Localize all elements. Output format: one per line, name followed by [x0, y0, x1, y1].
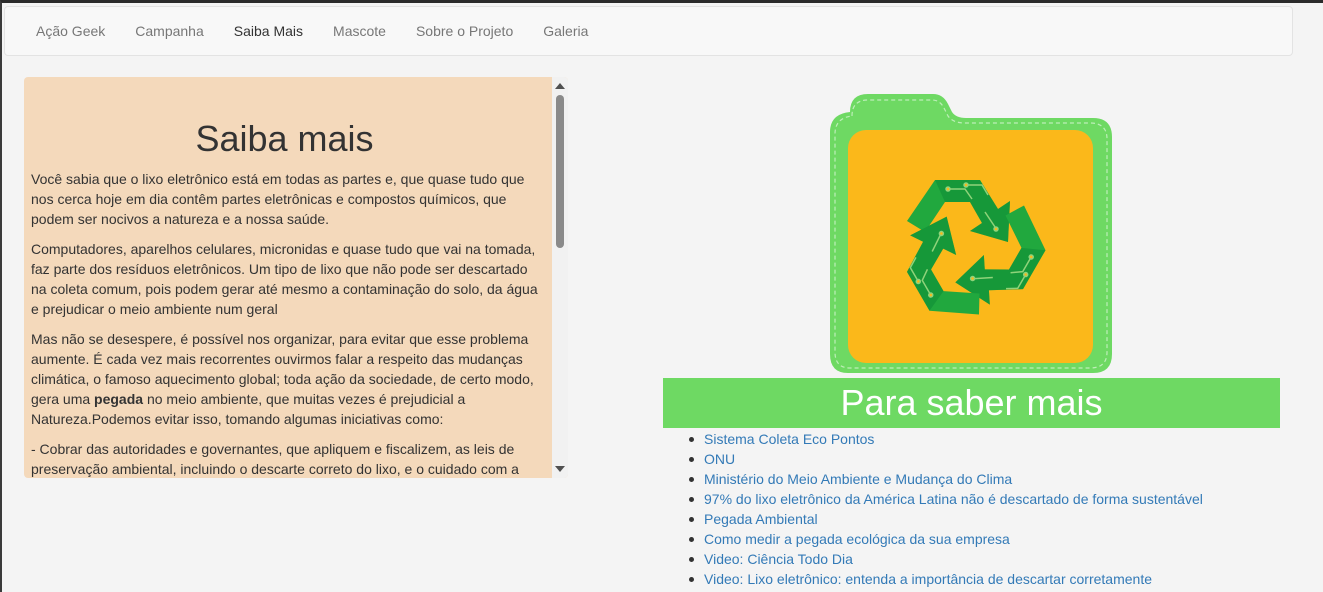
nav-item-campanha[interactable]: Campanha [120, 7, 219, 55]
article-scrollbar[interactable] [552, 77, 568, 478]
link-medir-pegada-ecologica[interactable]: Como medir a pegada ecológica da sua emp… [689, 529, 1203, 549]
nav-item-sobre-o-projeto[interactable]: Sobre o Projeto [401, 7, 528, 55]
article-title: Saiba mais [195, 118, 374, 159]
link-ministerio-meio-ambiente[interactable]: Ministério do Meio Ambiente e Mudança do… [689, 469, 1203, 489]
scroll-up-arrow-icon[interactable] [555, 83, 565, 89]
article-bold-term: pegada [94, 391, 144, 407]
nav-item-acao-geek[interactable]: Ação Geek [21, 7, 120, 55]
reference-links-list: Sistema Coleta Eco Pontos ONU Ministério… [689, 429, 1203, 589]
para-saber-mais-banner: Para saber mais [663, 378, 1280, 428]
article-scroll-area[interactable]: Saiba mais Você sabia que o lixo eletrôn… [24, 77, 552, 478]
article-paragraph: Mas não se desespere, é possível nos org… [31, 329, 538, 429]
nav-item-galeria[interactable]: Galeria [528, 7, 603, 55]
article-paragraph: - Cobrar das autoridades e governantes, … [31, 441, 519, 477]
link-video-lixo-eletronico[interactable]: Video: Lixo eletrônico: entenda a import… [689, 569, 1203, 589]
article-paragraph: Você sabia que o lixo eletrônico está em… [31, 171, 525, 227]
link-video-ciencia-todo-dia[interactable]: Video: Ciência Todo Dia [689, 549, 1203, 569]
link-onu[interactable]: ONU [689, 449, 1203, 469]
nav-item-saiba-mais[interactable]: Saiba Mais [219, 7, 318, 55]
recycle-electronics-folder-icon [828, 92, 1113, 374]
top-navbar: Ação Geek Campanha Saiba Mais Mascote So… [4, 6, 1293, 56]
article-panel: Saiba mais Você sabia que o lixo eletrôn… [24, 77, 568, 478]
article-paragraph: Computadores, aparelhos celulares, micro… [31, 241, 538, 317]
nav-item-mascote[interactable]: Mascote [318, 7, 401, 55]
scroll-down-arrow-icon[interactable] [555, 466, 565, 472]
link-pegada-ambiental[interactable]: Pegada Ambiental [689, 509, 1203, 529]
link-sistema-coleta-eco-pontos[interactable]: Sistema Coleta Eco Pontos [689, 429, 1203, 449]
link-lixo-eletronico-america-latina[interactable]: 97% do lixo eletrônico da América Latina… [689, 489, 1203, 509]
scroll-thumb[interactable] [556, 95, 564, 248]
